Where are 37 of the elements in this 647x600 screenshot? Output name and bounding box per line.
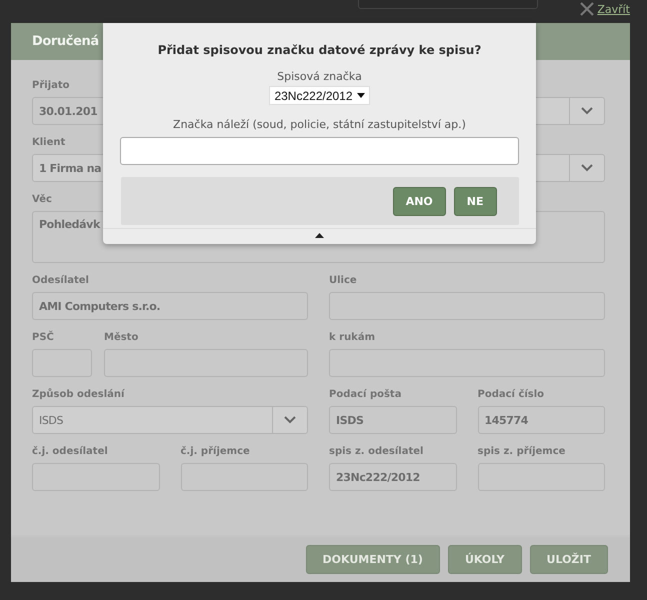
field-label: Způsob odeslání xyxy=(32,389,124,402)
dialog-button[interactable]: ANO xyxy=(392,186,446,216)
input-field[interactable]: ISDS xyxy=(329,406,456,434)
footer-button[interactable]: ULOŽIT xyxy=(530,545,608,574)
collapse-up-icon[interactable] xyxy=(315,233,324,238)
field-label: Podací číslo xyxy=(478,389,544,402)
dropdown-field[interactable]: ISDS xyxy=(32,406,308,434)
input-field[interactable]: 23Nc222/2012 xyxy=(329,463,456,491)
field-label: Podací pošta xyxy=(329,389,402,402)
chevron-down-icon xyxy=(284,416,296,424)
field-label: Značka náleží (soud, policie, státní zastupitelství ap.) xyxy=(173,118,466,131)
field-label: Věc xyxy=(32,194,52,207)
field-label: Město xyxy=(104,332,138,345)
close-icon[interactable] xyxy=(580,2,594,16)
field-label: Přijato xyxy=(32,80,70,93)
footer-button[interactable]: DOKUMENTY (1) xyxy=(306,545,440,574)
field-label: k rukám xyxy=(329,332,376,345)
input-field[interactable]: AMI Computers s.r.o. xyxy=(32,292,308,320)
field-label: Odesílatel xyxy=(32,275,89,288)
chevron-down-icon xyxy=(581,164,593,172)
field-label: PSČ xyxy=(32,332,54,345)
close-link[interactable]: Zavřít xyxy=(597,2,630,16)
field-label: spis z. odesílatel xyxy=(329,446,424,459)
field-label: č.j. příjemce xyxy=(180,446,250,459)
field-label: spis z. příjemce xyxy=(478,446,566,459)
field-label: Ulice xyxy=(329,275,357,288)
field-label: Klient xyxy=(32,137,66,150)
chevron-down-icon xyxy=(581,107,593,115)
input-field[interactable] xyxy=(120,137,519,165)
dialog-button[interactable]: NE xyxy=(454,186,496,216)
field-label: Spisová značka xyxy=(277,70,362,83)
field-label: č.j. odesílatel xyxy=(32,446,108,459)
modal-title: Doručená xyxy=(32,34,99,49)
dialog-title: Přidat spisovou značku datové zprávy ke spisu? xyxy=(158,43,482,57)
dropdown-field[interactable]: 23Nc222/2012 xyxy=(269,86,370,105)
input-field[interactable]: 145774 xyxy=(478,406,605,434)
footer-button[interactable]: ÚKOLY xyxy=(448,545,522,574)
